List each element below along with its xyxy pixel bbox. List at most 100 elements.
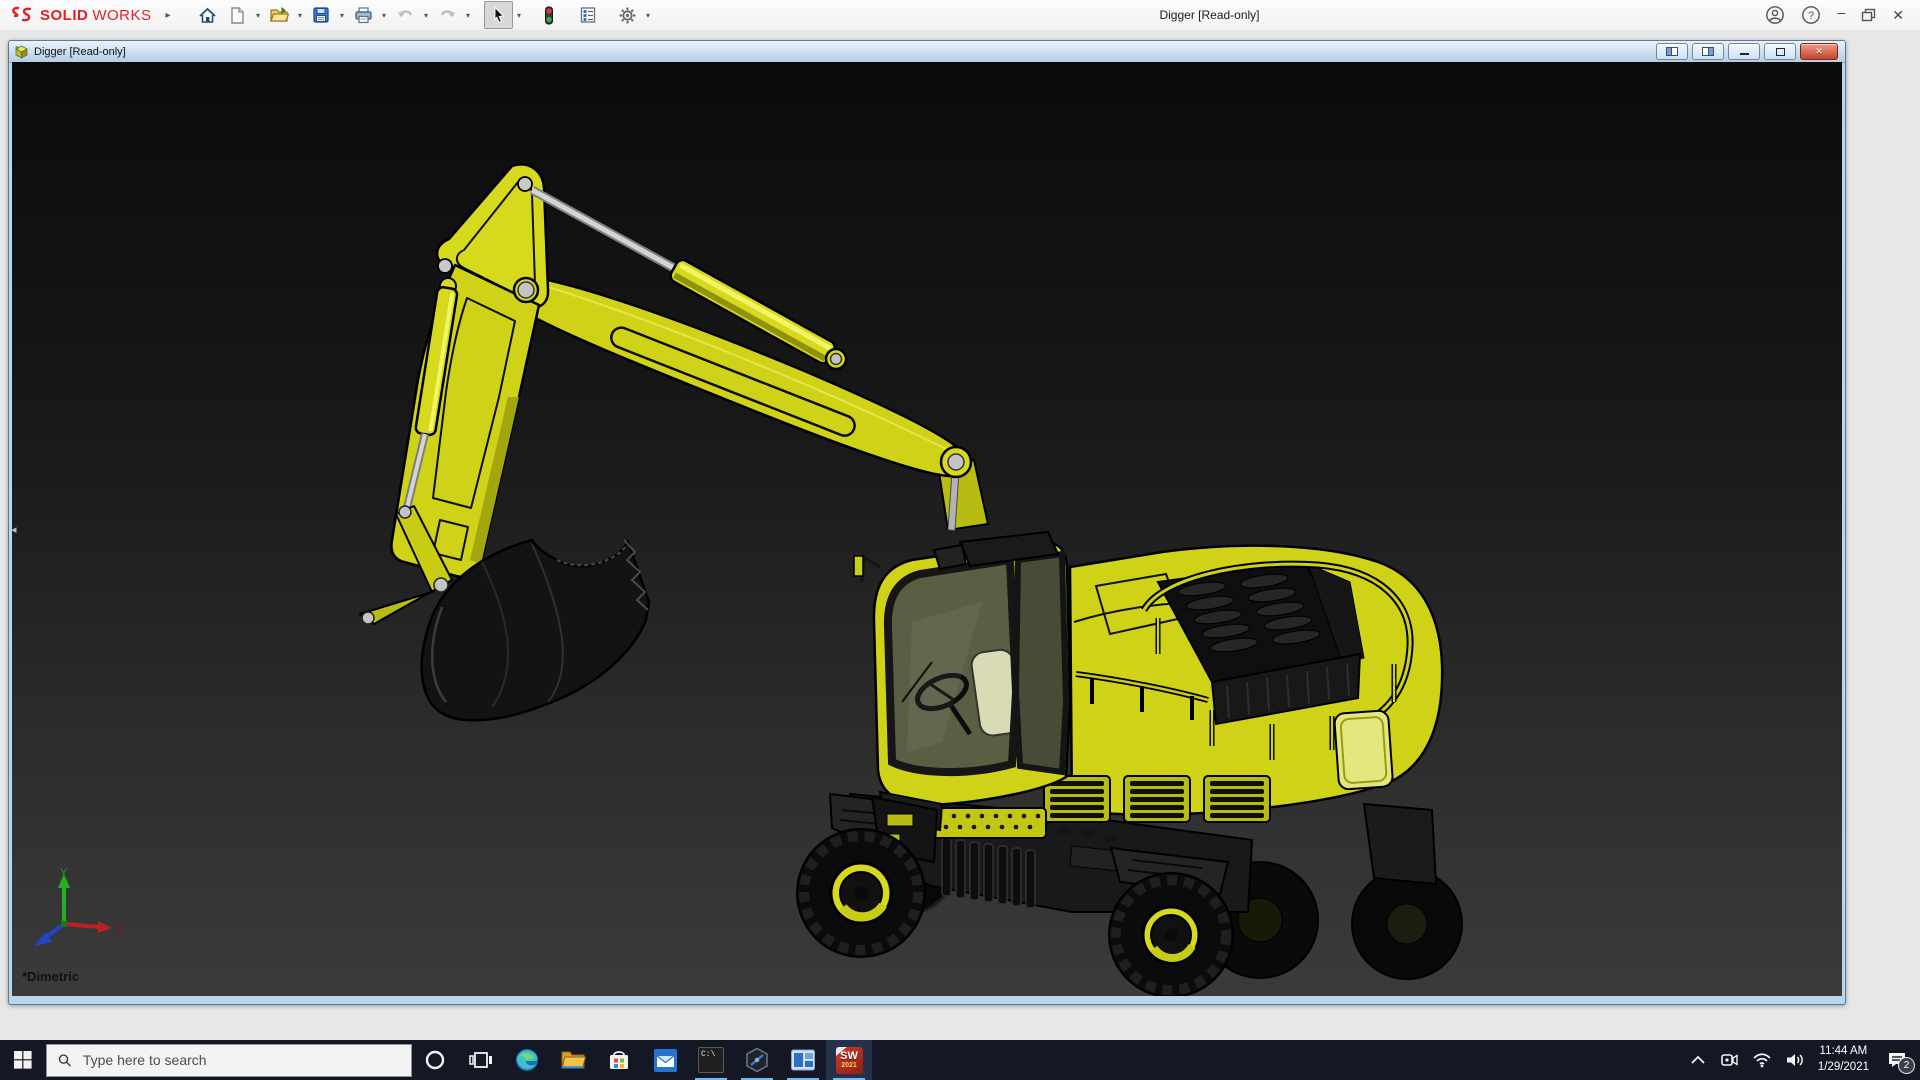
document-restore-button[interactable] <box>1764 43 1796 60</box>
microsoft-store-icon <box>607 1048 631 1072</box>
redo-icon <box>438 7 457 24</box>
digger-3d-model <box>12 62 1842 996</box>
command-prompt-icon: C:\ <box>698 1047 724 1073</box>
cortana-icon <box>424 1049 446 1071</box>
minimize-icon <box>1740 53 1749 55</box>
chevron-up-icon <box>1690 1054 1706 1066</box>
main-toolbar: ▾ ▾ ▾ <box>193 1 654 29</box>
screen: SOLIDWORKS ▸ ▾ <box>0 0 1920 1080</box>
task-view-icon <box>469 1049 493 1071</box>
split-pane-right-icon <box>1702 47 1714 56</box>
select-arrow-icon <box>490 6 507 24</box>
redo-button[interactable] <box>433 1 462 29</box>
save-button[interactable] <box>307 1 336 29</box>
close-button[interactable]: ✕ <box>1892 8 1904 22</box>
taskbar-file-explorer[interactable] <box>550 1040 596 1080</box>
home-button[interactable] <box>193 1 222 29</box>
undo-button[interactable] <box>391 1 420 29</box>
graphics-viewport[interactable]: Y X *Dimetric ◂ <box>12 62 1842 996</box>
side-grilles <box>1044 776 1270 822</box>
start-button[interactable] <box>0 1040 46 1080</box>
restore-button[interactable] <box>1861 8 1876 22</box>
document-window-controls: ✕ <box>1656 43 1840 60</box>
brand-text-light: WORKS <box>92 7 151 24</box>
restore-icon <box>1776 48 1785 56</box>
print-icon <box>354 6 373 24</box>
assembly-document-icon <box>14 45 29 59</box>
orientation-triad: Y X <box>28 866 128 962</box>
search-icon <box>58 1053 72 1068</box>
taskbar-store[interactable] <box>596 1040 642 1080</box>
view-orientation-label: *Dimetric <box>22 969 79 984</box>
minimize-button[interactable]: – <box>1837 5 1845 19</box>
app-window-title: Digger [Read-only] <box>654 8 1766 22</box>
home-icon <box>198 6 217 25</box>
document-window: Digger [Read-only] <box>8 40 1846 1005</box>
tray-show-hidden-icons[interactable] <box>1690 1054 1706 1066</box>
pane-left-button[interactable] <box>1656 43 1688 60</box>
clock-date: 1/29/2021 <box>1818 1060 1869 1076</box>
taskbar-app-blue-window[interactable] <box>780 1040 826 1080</box>
taskbar-search[interactable] <box>46 1044 412 1077</box>
save-caret[interactable]: ▾ <box>337 11 348 20</box>
rebuild-button[interactable] <box>535 1 564 29</box>
document-close-button[interactable]: ✕ <box>1800 43 1838 60</box>
pane-right-button[interactable] <box>1692 43 1724 60</box>
windows-logo-icon <box>14 1051 32 1069</box>
brand-text-bold: SOLID <box>40 7 88 24</box>
taskbar-solidworks[interactable]: SW 2021 <box>826 1040 872 1080</box>
solidworks-logo: SOLIDWORKS <box>0 6 152 24</box>
open-button[interactable] <box>265 1 294 29</box>
undo-caret[interactable]: ▾ <box>421 11 432 20</box>
feature-panel-collapse-arrow[interactable]: ◂ <box>12 525 17 536</box>
triad-y-label: Y <box>60 867 68 879</box>
split-pane-left-icon <box>1666 47 1678 56</box>
taskbar-task-view[interactable] <box>458 1040 504 1080</box>
front-right-wheel <box>1109 873 1233 996</box>
mail-icon <box>653 1048 678 1073</box>
open-caret[interactable]: ▾ <box>295 11 306 20</box>
taskbar-command-prompt[interactable]: C:\ <box>688 1040 734 1080</box>
file-properties-button[interactable] <box>574 1 603 29</box>
app-window-controls: ? – ✕ <box>1765 5 1920 25</box>
hexagon-app-icon <box>744 1047 770 1073</box>
menu-flyout-chevron-icon[interactable]: ▸ <box>166 10 171 21</box>
tray-volume[interactable] <box>1785 1052 1805 1068</box>
notification-count-badge: 2 <box>1898 1057 1915 1074</box>
print-button[interactable] <box>349 1 378 29</box>
svg-text:?: ? <box>1808 10 1814 22</box>
taskbar-clock[interactable]: 11:44 AM 1/29/2021 <box>1818 1044 1869 1075</box>
document-titlebar[interactable]: Digger [Read-only] <box>9 41 1845 63</box>
select-tool-button[interactable] <box>484 1 513 29</box>
gear-icon <box>618 6 637 25</box>
taskbar-cortana[interactable] <box>412 1040 458 1080</box>
app-titlebar: SOLIDWORKS ▸ ▾ <box>0 0 1920 31</box>
options-caret[interactable]: ▾ <box>643 11 654 20</box>
options-button[interactable] <box>613 1 642 29</box>
solidworks-logo-mark <box>10 6 36 24</box>
triad-x-label: X <box>116 924 123 935</box>
taskbar-app-hexagon[interactable] <box>734 1040 780 1080</box>
clock-time: 11:44 AM <box>1818 1044 1869 1060</box>
boom-arm <box>360 164 971 624</box>
new-document-button[interactable] <box>223 1 252 29</box>
search-input[interactable] <box>81 1051 400 1069</box>
tray-network[interactable] <box>1752 1052 1772 1068</box>
taskbar-mail[interactable] <box>642 1040 688 1080</box>
front-left-wheel <box>797 829 925 957</box>
account-icon[interactable] <box>1765 5 1785 25</box>
taskbar-apps: C:\ SW 2021 <box>412 1040 872 1080</box>
file-explorer-icon <box>560 1048 586 1072</box>
tray-meet-now[interactable] <box>1719 1052 1739 1068</box>
document-minimize-button[interactable] <box>1728 43 1760 60</box>
edge-icon <box>514 1047 540 1073</box>
help-icon[interactable]: ? <box>1801 5 1821 25</box>
open-folder-icon <box>269 6 289 24</box>
taskbar-edge[interactable] <box>504 1040 550 1080</box>
new-document-caret[interactable]: ▾ <box>253 11 264 20</box>
select-tool-caret[interactable]: ▾ <box>514 11 525 20</box>
new-document-icon <box>228 6 246 25</box>
action-center[interactable]: 2 <box>1882 1045 1912 1075</box>
redo-caret[interactable]: ▾ <box>463 11 474 20</box>
print-caret[interactable]: ▾ <box>379 11 390 20</box>
